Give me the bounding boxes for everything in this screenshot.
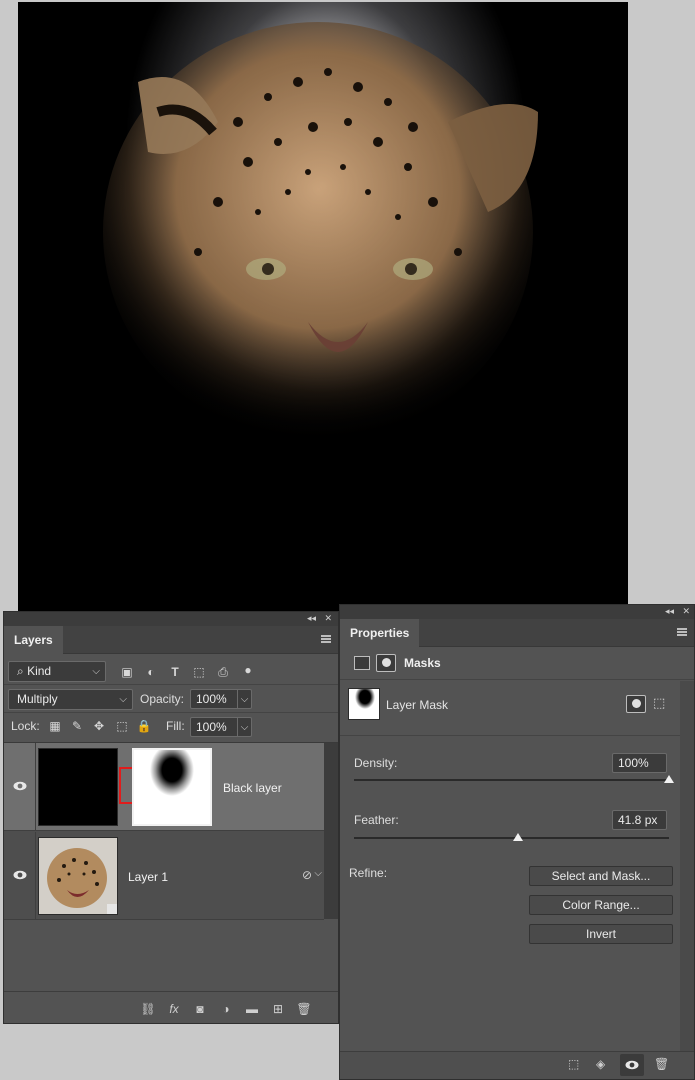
layer-list-scrollbar[interactable] bbox=[324, 743, 338, 919]
feather-label: Feather: bbox=[354, 813, 399, 827]
layer-row-black-layer[interactable]: Black layer bbox=[4, 743, 324, 831]
search-icon: ⌕ bbox=[17, 664, 28, 678]
load-selection-icon[interactable]: ⬚ bbox=[568, 1057, 579, 1071]
density-slider-thumb[interactable] bbox=[664, 775, 674, 783]
panel-menu-icon[interactable] bbox=[677, 628, 687, 636]
smart-object-link-icon[interactable]: ⊘ bbox=[302, 868, 312, 882]
properties-footer: ⬚ ◈ 🗑 bbox=[340, 1051, 694, 1079]
new-layer-icon[interactable]: ⊞ bbox=[270, 1001, 286, 1017]
collapse-icon[interactable]: ◂◂ bbox=[665, 606, 674, 617]
select-layer-mask-icon[interactable] bbox=[626, 695, 646, 713]
layer-name[interactable]: Black layer bbox=[223, 780, 282, 796]
adjustment-layer-icon[interactable]: ◑ bbox=[218, 1001, 234, 1017]
density-slider-track[interactable] bbox=[354, 779, 669, 781]
mask-type-label: Layer Mask bbox=[386, 698, 449, 712]
density-label: Density: bbox=[354, 756, 398, 770]
mask-thumbnail bbox=[348, 688, 380, 720]
layer-name[interactable]: Layer 1 bbox=[128, 869, 168, 885]
chevron-down-icon: ⌵ bbox=[92, 666, 100, 677]
trash-icon[interactable]: 🗑 bbox=[296, 1001, 312, 1017]
layer-list: Black layer Layer 1 ⊘ ⌵ bbox=[4, 743, 338, 920]
collapse-icon[interactable]: ◂◂ bbox=[307, 613, 316, 624]
chevron-down-icon[interactable]: ⌵ bbox=[314, 868, 322, 879]
masks-header: Masks bbox=[340, 648, 694, 680]
blend-mode-value: Multiply bbox=[17, 692, 58, 706]
properties-panel-titlebar: ◂◂ ✕ bbox=[340, 605, 694, 619]
mask-type-row: Layer Mask ⬚ bbox=[340, 681, 694, 736]
visibility-eye-icon bbox=[625, 1060, 639, 1070]
apply-mask-icon[interactable]: ◈ bbox=[596, 1057, 605, 1071]
masks-label: Masks bbox=[404, 656, 441, 670]
fill-field[interactable]: 100% bbox=[190, 717, 238, 737]
lock-artboard-icon[interactable]: ⬚ bbox=[114, 718, 130, 734]
tab-layers[interactable]: Layers bbox=[4, 626, 63, 654]
feather-slider-track[interactable] bbox=[354, 837, 669, 839]
layer-thumbnail[interactable] bbox=[38, 837, 118, 915]
lock-image-pixels-icon[interactable]: ✎ bbox=[69, 718, 85, 734]
vector-mask-icon[interactable]: ⬚ bbox=[653, 695, 665, 711]
close-icon[interactable]: ✕ bbox=[682, 606, 690, 617]
divider bbox=[35, 743, 36, 830]
properties-tabbar: Properties bbox=[340, 619, 694, 647]
shape-filter-icon[interactable]: ⬚ bbox=[191, 664, 207, 680]
link-layers-icon[interactable]: ⛓ bbox=[140, 1001, 156, 1017]
adjustment-filter-icon[interactable]: ◐ bbox=[143, 664, 159, 680]
trash-icon[interactable]: 🗑 bbox=[654, 1057, 669, 1071]
refine-label: Refine: bbox=[349, 866, 388, 880]
invert-button[interactable]: Invert bbox=[529, 924, 673, 944]
layer-thumbnail[interactable] bbox=[38, 748, 118, 826]
lock-all-icon[interactable]: 🔒 bbox=[136, 718, 152, 734]
layer-filter-select[interactable]: ⌕ Kind ⌵ bbox=[8, 661, 106, 682]
mask-dot bbox=[632, 699, 641, 708]
pixel-mask-icon[interactable] bbox=[354, 656, 370, 670]
toggle-mask-visibility-icon[interactable] bbox=[620, 1054, 644, 1076]
layer-mask-icon[interactable] bbox=[376, 654, 396, 672]
add-mask-icon[interactable]: ◙ bbox=[192, 1001, 208, 1017]
lock-transparent-pixels-icon[interactable]: ▦ bbox=[47, 718, 63, 734]
visibility-eye-icon[interactable] bbox=[13, 781, 27, 791]
opacity-dropdown-icon[interactable]: ⌵ bbox=[238, 689, 252, 709]
document-canvas[interactable] bbox=[18, 2, 628, 614]
layers-footer: ⛓ fx ◙ ◑ ▬ ⊞ 🗑 bbox=[4, 991, 338, 1023]
divider bbox=[35, 832, 36, 919]
opacity-field[interactable]: 100% bbox=[190, 689, 238, 709]
tab-properties[interactable]: Properties bbox=[340, 619, 420, 647]
smart-object-filter-icon[interactable]: ⎙ bbox=[215, 664, 231, 680]
layer-row-layer-1[interactable]: Layer 1 ⊘ ⌵ bbox=[4, 832, 324, 920]
chevron-down-icon: ⌵ bbox=[119, 694, 127, 705]
fx-icon[interactable]: fx bbox=[166, 1001, 182, 1017]
layers-panel: ◂◂ ✕ Layers ⌕ Kind ⌵ ▣ ◐ T ⬚ ⎙ ● Multipl… bbox=[3, 611, 339, 1024]
properties-scrollbar[interactable] bbox=[680, 681, 694, 1053]
layers-tabbar: Layers bbox=[4, 626, 338, 654]
pixel-filter-icon[interactable]: ▣ bbox=[119, 664, 135, 680]
layers-panel-titlebar: ◂◂ ✕ bbox=[4, 612, 338, 626]
lock-position-icon[interactable]: ✥ bbox=[91, 718, 107, 734]
divider bbox=[4, 684, 338, 685]
opacity-label: Opacity: bbox=[140, 692, 185, 706]
select-and-mask-button[interactable]: Select and Mask... bbox=[529, 866, 673, 886]
feather-slider-thumb[interactable] bbox=[512, 833, 523, 841]
divider bbox=[4, 712, 338, 713]
fill-dropdown-icon[interactable]: ⌵ bbox=[238, 717, 252, 737]
panel-menu-icon[interactable] bbox=[321, 635, 331, 643]
kind-label: Kind bbox=[27, 664, 52, 678]
properties-panel: ◂◂ ✕ Properties Masks Layer Mask ⬚ Densi… bbox=[339, 604, 695, 1080]
visibility-eye-icon[interactable] bbox=[13, 870, 27, 880]
leopard-image bbox=[18, 2, 628, 614]
feather-field[interactable]: 41.8 px bbox=[612, 810, 667, 830]
mask-dot bbox=[382, 658, 391, 667]
lock-label: Lock: bbox=[11, 719, 40, 733]
blend-mode-select[interactable]: Multiply ⌵ bbox=[8, 689, 133, 710]
layer-mask-thumbnail[interactable] bbox=[132, 748, 212, 826]
new-group-icon[interactable]: ▬ bbox=[244, 1001, 260, 1017]
type-filter-icon[interactable]: T bbox=[167, 664, 183, 680]
color-range-button[interactable]: Color Range... bbox=[529, 895, 673, 915]
filter-toggle-icon[interactable]: ● bbox=[240, 662, 256, 678]
leopard-thumbnail-image bbox=[39, 838, 117, 914]
close-icon[interactable]: ✕ bbox=[324, 613, 332, 624]
density-field[interactable]: 100% bbox=[612, 753, 667, 773]
fill-label: Fill: bbox=[166, 719, 185, 733]
